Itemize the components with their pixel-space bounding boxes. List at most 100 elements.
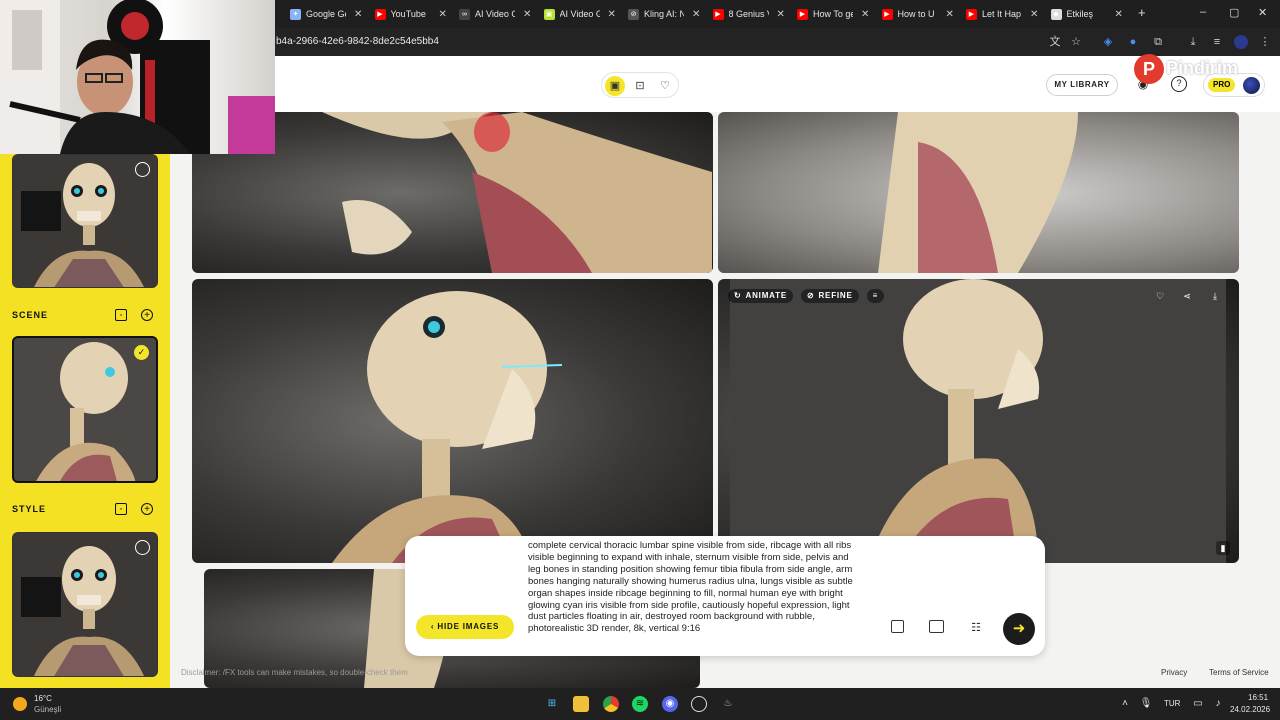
tab-close-icon[interactable]: ✕	[1030, 9, 1038, 20]
delete-icon[interactable]: ▮	[1216, 541, 1230, 555]
generated-image[interactable]	[192, 279, 713, 563]
tab-title: AI Video G	[559, 9, 600, 19]
prompt-textarea[interactable]: complete cervical thoracic lumbar spine …	[528, 540, 863, 648]
character-thumbnail[interactable]	[12, 154, 158, 288]
microphone-icon[interactable]: 🎙	[1138, 696, 1154, 712]
webcam-overlay	[0, 0, 275, 154]
url-text[interactable]: b4a-2966-42e6-9842-8de2c54e5bb4	[276, 36, 439, 47]
tab-favicon-icon: ✦	[290, 8, 301, 20]
weather-condition[interactable]: Güneşli	[34, 705, 61, 714]
watermark-text: Pindirim	[1166, 58, 1239, 78]
generated-image[interactable]	[718, 112, 1239, 273]
image-frame-icon[interactable]	[929, 620, 944, 633]
tab-favicon-icon: ∞	[459, 8, 470, 20]
tab-close-icon[interactable]: ✕	[946, 9, 954, 20]
translate-icon[interactable]: 文	[1048, 35, 1062, 49]
tab-favicon-icon: ◆	[1050, 8, 1062, 20]
file-explorer-icon[interactable]	[573, 696, 589, 712]
library-select-icon[interactable]: ▫	[115, 309, 127, 321]
tab-close-icon[interactable]: ✕	[608, 9, 616, 20]
menu-icon[interactable]: ⋮	[1258, 35, 1272, 49]
send-arrow-button[interactable]: ➜	[1003, 613, 1035, 645]
select-checkbox[interactable]	[135, 162, 150, 177]
mode-toggle: ▣ ⊡ ♡	[601, 72, 679, 98]
favorite-heart-icon[interactable]: ♡	[1153, 289, 1167, 303]
watermark-logo: P	[1134, 54, 1164, 84]
close-icon[interactable]: ✕	[1258, 6, 1267, 19]
browser-tab[interactable]: ▶ YouTube ✕	[374, 4, 447, 24]
tab-close-icon[interactable]: ✕	[523, 9, 531, 20]
browser-tab[interactable]: ∞ AI Video G ✕	[459, 4, 531, 24]
hide-images-button[interactable]: ‹ HIDE IMAGES	[416, 615, 514, 639]
chrome-icon[interactable]	[603, 696, 619, 712]
obs-icon[interactable]	[691, 696, 707, 712]
clock-time[interactable]: 16:51	[1248, 693, 1268, 702]
skeleton-image	[878, 112, 1078, 273]
prompt-box: complete cervical thoracic lumbar spine …	[405, 536, 1045, 656]
terms-link[interactable]: Terms of Service	[1209, 668, 1269, 677]
browser-tab[interactable]: ▶ Let It Hap ✕	[966, 4, 1038, 24]
select-checkbox[interactable]	[135, 540, 150, 555]
image-mode-icon[interactable]: ▣	[605, 76, 625, 96]
scene-thumbnail[interactable]: ✓	[12, 336, 158, 483]
steam-icon[interactable]: ♨	[720, 696, 736, 712]
chevron-up-icon[interactable]: ˄	[1117, 696, 1133, 712]
tab-favicon-icon: ▶	[374, 8, 386, 20]
video-mode-icon[interactable]: ⊡	[630, 76, 650, 96]
tab-favicon-icon: ▶	[797, 8, 808, 20]
browser-tab[interactable]: ⊘ Kling AI: N ✕	[628, 4, 700, 24]
tab-close-icon[interactable]: ✕	[692, 9, 700, 20]
tab-close-icon[interactable]: ✕	[861, 9, 869, 20]
my-library-button[interactable]: MY LIBRARY	[1046, 74, 1118, 96]
animate-icon: ↻	[734, 291, 742, 300]
skull-front-image	[13, 533, 157, 676]
new-tab-button[interactable]: +	[1138, 5, 1146, 20]
share-icon[interactable]: ⋖	[1180, 289, 1194, 303]
tab-close-icon[interactable]: ✕	[777, 9, 785, 20]
discord-icon[interactable]: ◉	[662, 696, 678, 712]
puzzle-icon[interactable]: ⧉	[1151, 35, 1165, 49]
browser-tab[interactable]: ◆ Etkileş ✕	[1050, 4, 1123, 24]
skull-front-image	[13, 155, 157, 287]
aspect-select-icon[interactable]	[891, 620, 904, 633]
tab-close-icon[interactable]: ✕	[439, 9, 447, 20]
volume-icon[interactable]: ♪	[1210, 696, 1226, 712]
privacy-link[interactable]: Privacy	[1161, 668, 1187, 677]
download-icon[interactable]: ⤓	[1186, 35, 1200, 49]
add-style-icon[interactable]: +	[141, 503, 153, 515]
profile-avatar[interactable]	[1234, 35, 1248, 49]
extension-icon[interactable]: ◈	[1101, 35, 1115, 49]
add-scene-icon[interactable]: +	[141, 309, 153, 321]
settings-sliders-icon[interactable]: ☷	[968, 620, 984, 636]
download-icon[interactable]: ⤓	[1208, 289, 1222, 303]
clock-date[interactable]: 24.02.2026	[1230, 705, 1270, 714]
animate-label: ANIMATE	[745, 291, 787, 300]
generated-image-hovered[interactable]: ↻ ANIMATE ⊘ REFINE ≡ ♡ ⋖ ⤓ ▮	[718, 279, 1239, 563]
minimize-icon[interactable]: –	[1200, 6, 1206, 18]
browser-tab[interactable]: ▣ AI Video G ✕	[543, 4, 616, 24]
network-icon[interactable]: ▭	[1190, 696, 1206, 712]
tab-close-icon[interactable]: ✕	[354, 9, 362, 20]
maximize-icon[interactable]: ▢	[1229, 6, 1239, 19]
browser-tab[interactable]: ▶ 8 Genius V ✕	[712, 4, 785, 24]
tab-title: How To ge	[813, 9, 853, 19]
windows-start-icon[interactable]: ⊞	[544, 696, 560, 712]
extension-icon[interactable]: ●	[1126, 35, 1140, 49]
favorites-heart-icon[interactable]: ♡	[655, 76, 675, 96]
browser-tab[interactable]: ▶ How to U ✕	[881, 4, 954, 24]
language-indicator[interactable]: TUR	[1164, 699, 1180, 708]
prompt-details-icon[interactable]: ≡	[866, 289, 885, 303]
refine-button[interactable]: ⊘ REFINE	[800, 289, 859, 303]
style-thumbnail[interactable]	[12, 532, 158, 677]
tab-favicon-icon: ⊘	[628, 8, 639, 20]
browser-tab[interactable]: ▶ How To ge ✕	[797, 4, 869, 24]
bookmark-star-icon[interactable]: ☆	[1069, 35, 1083, 49]
reading-list-icon[interactable]: ≡	[1210, 35, 1224, 49]
selected-checkmark-icon[interactable]: ✓	[134, 345, 149, 360]
tab-close-icon[interactable]: ✕	[1115, 9, 1123, 20]
weather-temp[interactable]: 16°C	[34, 694, 52, 703]
library-select-icon[interactable]: ▫	[115, 503, 127, 515]
animate-button[interactable]: ↻ ANIMATE	[728, 289, 793, 303]
browser-tab[interactable]: ✦ Google Ge ✕	[290, 4, 362, 24]
spotify-icon[interactable]: ≋	[632, 696, 648, 712]
